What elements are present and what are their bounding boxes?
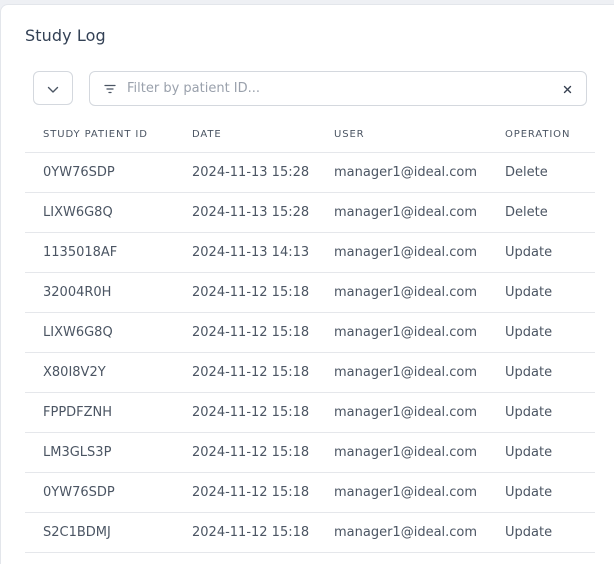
cell-user: manager1@ideal.com [334,272,505,313]
cell-date: 2024-11-13 15:28 [192,192,334,233]
cell-patient-id: 0YW76SDP [25,472,192,513]
cell-user: manager1@ideal.com [334,152,505,193]
cell-user: manager1@ideal.com [334,432,505,473]
cell-date: 2024-11-12 15:18 [192,352,334,393]
column-header-patient-id[interactable]: STUDY PATIENT ID [25,117,192,153]
cell-date: 2024-11-12 15:18 [192,312,334,353]
cell-user: manager1@ideal.com [334,472,505,513]
filter-input[interactable] [127,81,552,96]
table-header-row: STUDY PATIENT ID DATE USER OPERATION [25,117,595,153]
cell-date: 2024-11-13 14:13 [192,232,334,273]
close-icon [563,79,572,98]
cell-operation: Update [505,392,595,433]
panel-title: Study Log [25,26,106,45]
cell-date: 2024-11-12 15:18 [192,392,334,433]
table-row[interactable]: FPPDFZNH 2024-11-12 15:18 manager1@ideal… [25,392,595,433]
column-header-user[interactable]: USER [334,117,505,153]
chevron-down-icon [47,79,59,98]
table-row[interactable]: X80I8V2Y 2024-11-12 15:18 manager1@ideal… [25,352,595,393]
cell-operation: Update [505,352,595,393]
table-row[interactable]: S2C1BDMJ 2024-11-12 15:18 manager1@ideal… [25,512,595,553]
cell-patient-id: LIXW6G8Q [25,312,192,353]
cell-operation: Update [505,432,595,473]
cell-operation: Delete [505,192,595,233]
cell-operation: Update [505,272,595,313]
cell-user: manager1@ideal.com [334,232,505,273]
table-row[interactable]: 0YW76SDP 2024-11-12 15:18 manager1@ideal… [25,472,595,513]
table-row[interactable]: 1135018AF 2024-11-13 14:13 manager1@idea… [25,232,595,273]
cell-user: manager1@ideal.com [334,192,505,233]
cell-date: 2024-11-13 15:28 [192,152,334,193]
filter-icon [104,82,118,96]
cell-date: 2024-11-12 15:18 [192,512,334,553]
cell-operation: Update [505,232,595,273]
cell-user: manager1@ideal.com [334,352,505,393]
cell-operation: Update [505,472,595,513]
cell-patient-id: 0YW76SDP [25,152,192,193]
cell-operation: Update [505,512,595,553]
cell-patient-id: X80I8V2Y [25,352,192,393]
cell-patient-id: 1135018AF [25,232,192,273]
cell-user: manager1@ideal.com [334,392,505,433]
table-row[interactable]: 32004R0H 2024-11-12 15:18 manager1@ideal… [25,272,595,313]
clear-filter-button[interactable] [552,74,582,104]
cell-date: 2024-11-12 15:18 [192,272,334,313]
cell-operation: Delete [505,152,595,193]
table-row[interactable]: LM3GLS3P 2024-11-12 15:18 manager1@ideal… [25,432,595,473]
patient-id-filter [89,71,587,106]
cell-patient-id: FPPDFZNH [25,392,192,433]
cell-user: manager1@ideal.com [334,512,505,553]
table-row[interactable]: LIXW6G8Q 2024-11-12 15:18 manager1@ideal… [25,312,595,353]
cell-patient-id: S2C1BDMJ [25,512,192,553]
cell-operation: Update [505,312,595,353]
toggle-columns-button[interactable] [33,71,73,105]
cell-patient-id: 32004R0H [25,272,192,313]
column-header-operation[interactable]: OPERATION [505,117,595,153]
study-log-table: STUDY PATIENT ID DATE USER OPERATION 0YW… [25,117,595,553]
column-header-date[interactable]: DATE [192,117,334,153]
cell-date: 2024-11-12 15:18 [192,472,334,513]
study-log-panel: Study Log STUDY PATIENT ID DATE USER OPE… [0,4,614,564]
cell-patient-id: LIXW6G8Q [25,192,192,233]
cell-user: manager1@ideal.com [334,312,505,353]
cell-date: 2024-11-12 15:18 [192,432,334,473]
cell-patient-id: LM3GLS3P [25,432,192,473]
table-row[interactable]: 0YW76SDP 2024-11-13 15:28 manager1@ideal… [25,152,595,193]
table-row[interactable]: LIXW6G8Q 2024-11-13 15:28 manager1@ideal… [25,192,595,233]
